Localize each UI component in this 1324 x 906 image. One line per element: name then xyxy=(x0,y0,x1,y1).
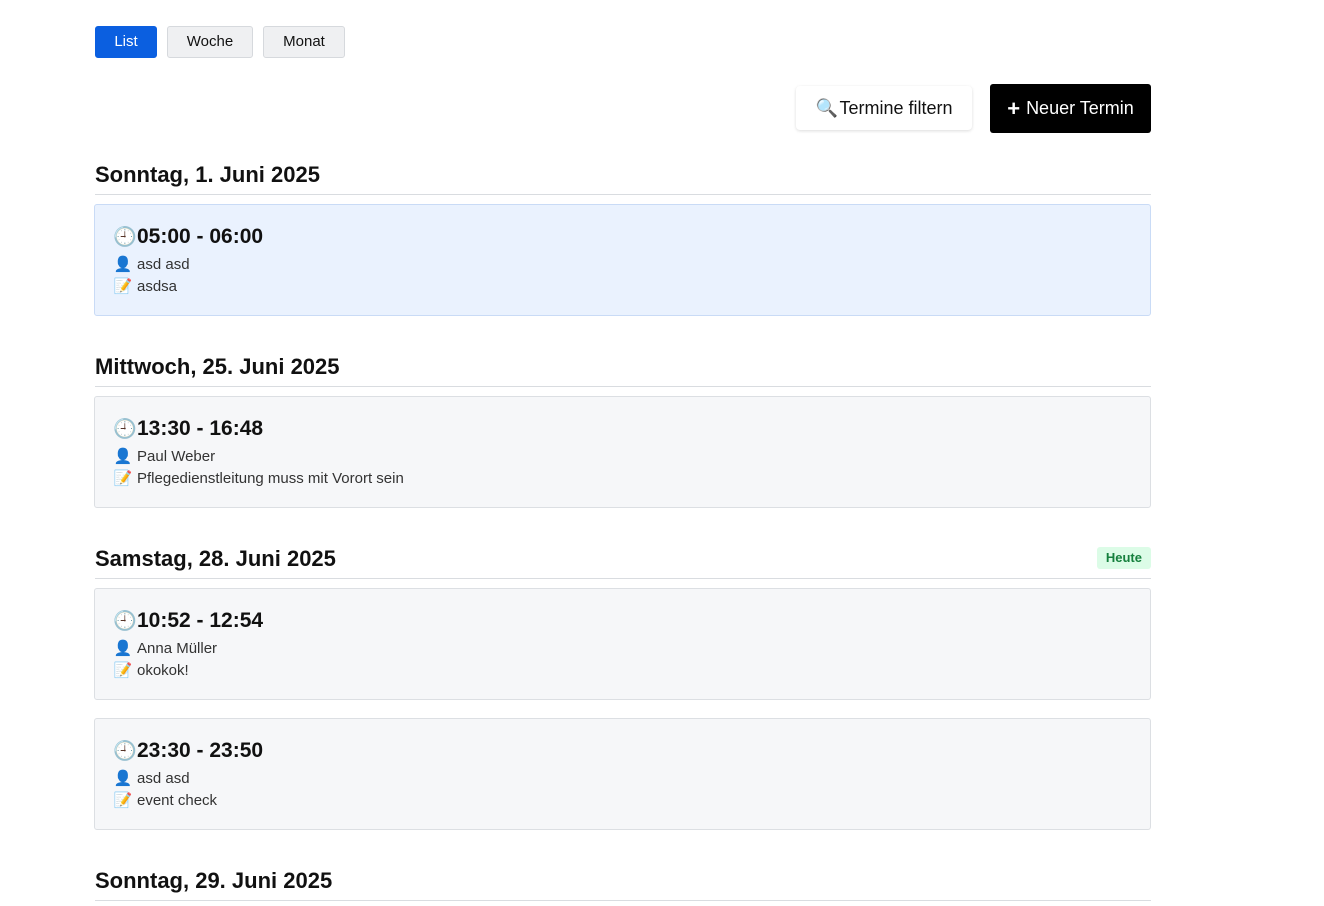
day-title: Sonntag, 1. Juni 2025 xyxy=(95,162,320,187)
day-title: Mittwoch, 25. Juni 2025 xyxy=(95,354,340,379)
event-card[interactable]: 🕘 10:52 - 12:54 👤 Anna Müller 📝 okokok! xyxy=(94,588,1151,700)
event-person: asd asd xyxy=(137,769,190,787)
calendar-page: List Woche Monat 🔍 Termine filtern + Neu… xyxy=(0,0,1324,906)
event-note: Pflegedienstleitung muss mit Vorort sein xyxy=(137,469,404,487)
clock-icon: 🕘 xyxy=(113,741,137,762)
filter-button-label: Termine filtern xyxy=(839,97,953,118)
today-badge: Heute xyxy=(1096,547,1151,569)
event-card[interactable]: 🕘 23:30 - 23:50 👤 asd asd 📝 event check xyxy=(94,718,1151,830)
person-icon: 👤 xyxy=(113,256,133,273)
person-icon: 👤 xyxy=(113,770,133,787)
event-person: asd asd xyxy=(137,255,190,273)
clock-icon: 🕘 xyxy=(113,227,137,248)
view-switcher: List Woche Monat xyxy=(95,26,345,58)
new-appointment-button[interactable]: + Neuer Termin xyxy=(990,84,1151,133)
event-time: 13:30 - 16:48 xyxy=(137,417,264,440)
tab-list[interactable]: List xyxy=(95,26,157,58)
clock-icon: 🕘 xyxy=(113,611,137,632)
day-title: Sonntag, 29. Juni 2025 xyxy=(95,868,333,893)
event-note: okokok! xyxy=(137,661,189,679)
memo-icon: 📝 xyxy=(113,792,133,809)
event-time: 23:30 - 23:50 xyxy=(137,739,264,762)
day-header: Mittwoch, 25. Juni 2025 xyxy=(95,352,1151,387)
day-title: Samstag, 28. Juni 2025 xyxy=(95,546,336,571)
memo-icon: 📝 xyxy=(113,278,133,295)
magnifier-icon: 🔍 xyxy=(815,97,838,118)
clock-icon: 🕘 xyxy=(113,419,137,440)
person-icon: 👤 xyxy=(113,448,133,465)
event-note: event check xyxy=(137,791,218,809)
plus-icon: + xyxy=(1007,95,1021,121)
event-person: Anna Müller xyxy=(137,639,218,657)
day-header: Samstag, 28. Juni 2025 Heute xyxy=(95,544,1151,579)
tab-monat[interactable]: Monat xyxy=(263,26,345,58)
event-person: Paul Weber xyxy=(137,447,216,465)
event-time: 10:52 - 12:54 xyxy=(137,609,264,632)
new-button-label: Neuer Termin xyxy=(1026,98,1134,118)
filter-appointments-button[interactable]: 🔍 Termine filtern xyxy=(796,86,972,130)
event-note: asdsa xyxy=(137,277,178,295)
day-header: Sonntag, 1. Juni 2025 xyxy=(95,160,1151,195)
memo-icon: 📝 xyxy=(113,662,133,679)
day-header: Sonntag, 29. Juni 2025 xyxy=(95,866,1151,901)
person-icon: 👤 xyxy=(113,640,133,657)
event-time: 05:00 - 06:00 xyxy=(137,225,264,248)
memo-icon: 📝 xyxy=(113,470,133,487)
event-card[interactable]: 🕘 13:30 - 16:48 👤 Paul Weber 📝 Pflegedie… xyxy=(94,396,1151,508)
tab-woche[interactable]: Woche xyxy=(167,26,253,58)
event-card[interactable]: 🕘 05:00 - 06:00 👤 asd asd 📝 asdsa xyxy=(94,204,1151,316)
